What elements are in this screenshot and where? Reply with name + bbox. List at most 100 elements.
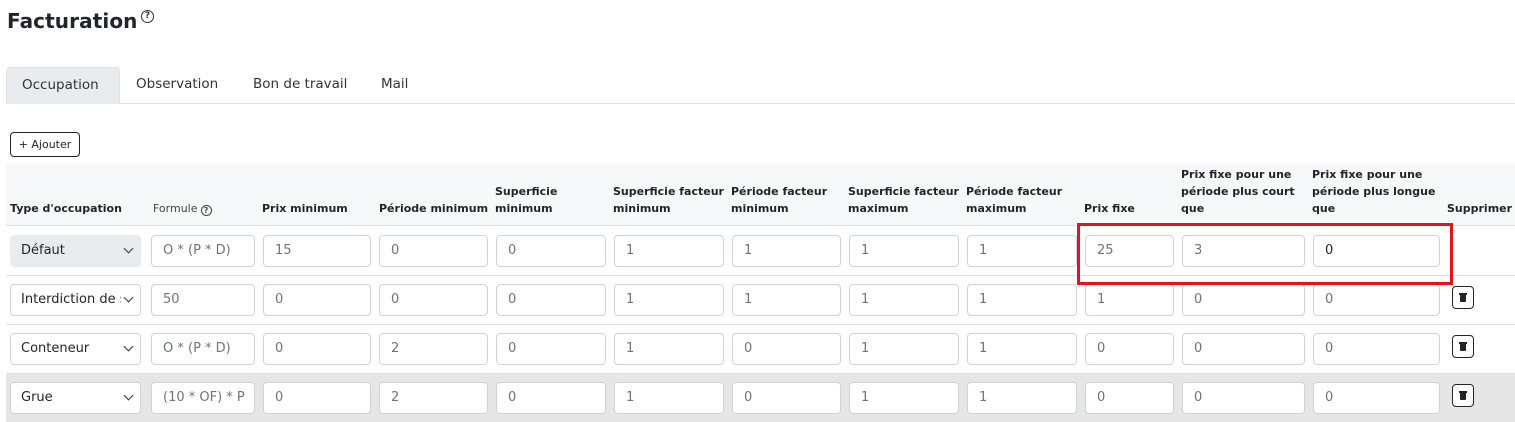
header-court-line2: période plus court: [1181, 185, 1295, 198]
periode-minimum-input[interactable]: 0: [379, 284, 488, 316]
header-long-line3: que: [1312, 202, 1336, 215]
header-court-line3: que: [1181, 202, 1205, 215]
superficie-minimum-input[interactable]: 0: [496, 284, 606, 316]
header-type: Type d'occupation: [10, 202, 122, 215]
highlight-box: [1077, 223, 1453, 285]
header-pfmax-line1: Période facteur: [966, 185, 1063, 198]
prix-fixe-input[interactable]: 0: [1085, 382, 1174, 414]
header-long-line1: Prix fixe pour une: [1312, 168, 1423, 181]
prix-fixe-input[interactable]: 1: [1085, 284, 1174, 316]
superficie-facteur-minimum-input[interactable]: 1: [614, 382, 724, 414]
header-long-line2: période plus longue: [1312, 185, 1436, 198]
chevron-down-icon: [123, 390, 134, 401]
add-button[interactable]: + Ajouter: [10, 132, 80, 157]
prix-minimum-input[interactable]: 0: [263, 333, 371, 365]
table-row: Grue (10 * OF) * P 0 2 0 1 0 1 1 0 0 0: [6, 374, 1515, 422]
superficie-facteur-maximum-input[interactable]: 1: [849, 235, 959, 267]
delete-button[interactable]: [1452, 335, 1474, 358]
tab-mail[interactable]: Mail: [366, 67, 423, 104]
delete-button[interactable]: [1452, 286, 1474, 309]
header-prix-fixe-long: Prix fixe pour une période plus longue q…: [1312, 166, 1435, 217]
formule-input[interactable]: O * (P * D): [151, 333, 255, 365]
prix-fixe-long-input[interactable]: 0: [1313, 333, 1440, 365]
header-formule: Formule?: [153, 200, 212, 217]
periode-facteur-maximum-input[interactable]: 1: [967, 382, 1077, 414]
header-sfmin-line1: Superficie facteur: [613, 185, 724, 198]
header-superficie-minimum-line1: Superficie: [495, 185, 558, 198]
select-value: Défaut: [21, 243, 65, 258]
occupation-type-select[interactable]: Grue: [10, 382, 141, 414]
superficie-minimum-input[interactable]: 0: [496, 382, 606, 414]
trash-icon-body: [1460, 295, 1466, 302]
prix-fixe-court-input[interactable]: 0: [1182, 333, 1305, 365]
periode-minimum-input[interactable]: 2: [379, 333, 488, 365]
periode-facteur-minimum-input[interactable]: 1: [732, 235, 841, 267]
header-superficie-minimum: Superficie minimum: [495, 183, 557, 217]
chevron-down-icon: [123, 243, 134, 254]
prix-fixe-input[interactable]: 0: [1085, 333, 1174, 365]
prix-fixe-long-input[interactable]: 0: [1313, 382, 1440, 414]
header-court-line1: Prix fixe pour une: [1181, 168, 1292, 181]
header-superficie-minimum-line2: minimum: [495, 202, 553, 215]
header-prix-fixe: Prix fixe: [1084, 202, 1135, 215]
prix-minimum-input[interactable]: 15: [263, 235, 371, 267]
header-periode-facteur-minimum: Période facteur minimum: [731, 183, 827, 217]
header-sfmax-line1: Superficie facteur: [848, 185, 959, 198]
formule-help-icon[interactable]: ?: [200, 205, 212, 216]
superficie-minimum-input[interactable]: 0: [496, 235, 606, 267]
page-title: Facturation: [7, 9, 138, 33]
select-value: Conteneur: [21, 341, 90, 356]
formule-input[interactable]: O * (P * D): [151, 235, 255, 267]
tab-occupation[interactable]: Occupation: [6, 67, 120, 104]
prix-fixe-court-input[interactable]: 0: [1182, 284, 1305, 316]
occupation-type-select[interactable]: Défaut: [10, 235, 141, 267]
prix-minimum-input[interactable]: 0: [263, 284, 371, 316]
header-formule-label: Formule: [153, 202, 198, 215]
chevron-down-icon: [123, 292, 134, 303]
header-pfmax-line2: maximum: [966, 202, 1027, 215]
prix-minimum-input[interactable]: 0: [263, 382, 371, 414]
superficie-minimum-input[interactable]: 0: [496, 333, 606, 365]
periode-facteur-minimum-input[interactable]: 1: [732, 284, 841, 316]
superficie-facteur-minimum-input[interactable]: 1: [614, 284, 724, 316]
superficie-facteur-maximum-input[interactable]: 1: [849, 284, 959, 316]
header-sfmax-line2: maximum: [848, 202, 909, 215]
header-pfmin-line2: minimum: [731, 202, 789, 215]
trash-icon-body: [1460, 344, 1466, 351]
header-superficie-facteur-minimum: Superficie facteur minimum: [613, 183, 724, 217]
superficie-facteur-maximum-input[interactable]: 1: [849, 333, 959, 365]
header-pfmin-line1: Période facteur: [731, 185, 828, 198]
tab-bon-de-travail[interactable]: Bon de travail: [238, 67, 362, 104]
chevron-down-icon: [123, 341, 134, 352]
tab-observation[interactable]: Observation: [121, 67, 233, 104]
header-periode-facteur-maximum: Période facteur maximum: [966, 183, 1062, 217]
superficie-facteur-maximum-input[interactable]: 1: [849, 382, 959, 414]
select-value: Interdiction de stationner: [21, 292, 121, 307]
header-prix-fixe-court: Prix fixe pour une période plus court qu…: [1181, 166, 1295, 217]
table-header: Type d'occupation Formule? Prix minimum …: [6, 163, 1515, 226]
header-supprimer: Supprimer: [1447, 202, 1513, 215]
periode-facteur-maximum-input[interactable]: 1: [967, 284, 1077, 316]
select-value: Grue: [21, 390, 53, 405]
periode-facteur-maximum-input[interactable]: 1: [967, 333, 1077, 365]
header-periode-minimum: Période minimum: [379, 202, 489, 215]
occupation-type-select[interactable]: Conteneur: [10, 333, 141, 365]
periode-facteur-minimum-input[interactable]: 0: [732, 382, 841, 414]
help-icon[interactable]: ?: [141, 10, 154, 23]
trash-icon-body: [1460, 393, 1466, 400]
periode-facteur-maximum-input[interactable]: 1: [967, 235, 1077, 267]
periode-minimum-input[interactable]: 0: [379, 235, 488, 267]
prix-fixe-court-input[interactable]: 0: [1182, 382, 1305, 414]
header-sfmin-line2: minimum: [613, 202, 671, 215]
superficie-facteur-minimum-input[interactable]: 1: [614, 235, 724, 267]
tab-bar: Occupation Observation Bon de travail Ma…: [6, 67, 1515, 104]
periode-minimum-input[interactable]: 2: [379, 382, 488, 414]
formule-input[interactable]: (10 * OF) * P: [151, 382, 255, 414]
formule-input[interactable]: 50: [151, 284, 255, 316]
prix-fixe-long-input[interactable]: 0: [1313, 284, 1440, 316]
occupation-type-select[interactable]: Interdiction de stationner: [10, 284, 141, 316]
delete-button[interactable]: [1452, 384, 1474, 407]
header-superficie-facteur-maximum: Superficie facteur maximum: [848, 183, 959, 217]
superficie-facteur-minimum-input[interactable]: 1: [614, 333, 724, 365]
periode-facteur-minimum-input[interactable]: 0: [732, 333, 841, 365]
